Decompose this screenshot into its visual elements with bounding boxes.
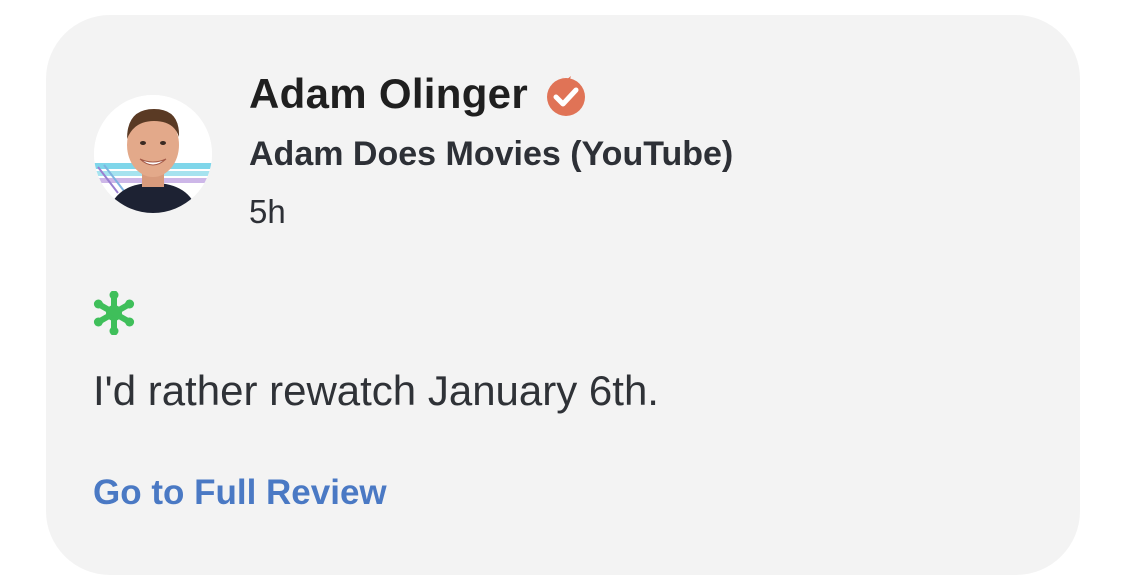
verified-tomato-badge-icon bbox=[542, 70, 590, 118]
critic-name[interactable]: Adam Olinger bbox=[249, 70, 528, 118]
review-timestamp: 5h bbox=[249, 193, 286, 230]
critic-name-row: Adam Olinger bbox=[249, 67, 590, 121]
review-quote: I'd rather rewatch January 6th. bbox=[93, 367, 659, 414]
critic-avatar[interactable] bbox=[94, 95, 212, 213]
full-review-link[interactable]: Go to Full Review bbox=[93, 473, 387, 513]
rotten-splat-icon bbox=[92, 290, 136, 336]
publication-name[interactable]: Adam Does Movies (YouTube) bbox=[249, 135, 733, 174]
review-card: Adam Olinger Adam Does Movies (YouTube) … bbox=[46, 15, 1080, 575]
